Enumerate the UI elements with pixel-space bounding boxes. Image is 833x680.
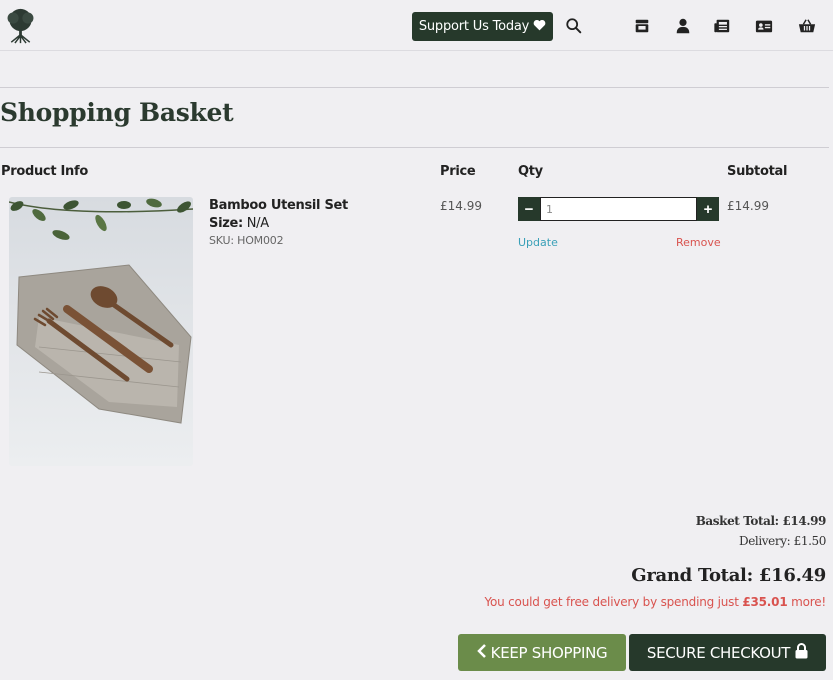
product-price: £14.99 [440,199,482,213]
lock-icon [795,642,808,663]
search-icon[interactable] [565,17,583,35]
header-price: Price [440,164,476,179]
free-delivery-amount: £35.01 [742,595,788,609]
store-icon[interactable] [633,17,651,35]
keep-shopping-button[interactable]: KEEP SHOPPING [458,634,626,671]
delivery-cost: Delivery: £1.50 [738,534,826,548]
secure-checkout-button[interactable]: SECURE CHECKOUT [629,634,826,671]
chevron-left-icon [476,643,487,662]
tree-logo[interactable] [2,7,39,44]
keep-shopping-label: KEEP SHOPPING [490,643,608,662]
free-delivery-suffix: more! [791,595,826,609]
qty-decrement-button[interactable]: − [518,197,540,221]
header-product-info: Product Info [1,164,88,179]
qty-input[interactable] [540,197,697,221]
page-title: Shopping Basket [0,98,234,127]
heart-icon [533,19,546,35]
support-us-label: Support Us Today [418,19,530,34]
remove-link[interactable]: Remove [676,236,721,249]
free-delivery-message: You could get free delivery by spending … [484,595,826,609]
support-us-button[interactable]: Support Us Today [412,12,553,41]
site-header: Support Us Today [0,0,833,51]
divider [0,87,829,88]
product-sku: SKU: HOM002 [209,234,284,247]
secure-checkout-label: SECURE CHECKOUT [646,643,791,662]
basket-total: Basket Total: £14.99 [695,514,827,528]
header-subtotal: Subtotal [727,164,788,179]
contact-card-icon[interactable] [755,17,773,35]
product-name[interactable]: Bamboo Utensil Set [209,198,348,213]
newspaper-icon[interactable] [713,17,731,35]
user-icon[interactable] [674,17,692,35]
product-subtotal: £14.99 [727,199,769,213]
divider [0,147,829,148]
free-delivery-prefix: You could get free delivery by spending … [484,595,739,609]
qty-increment-button[interactable]: + [697,197,719,221]
grand-total: Grand Total: £16.49 [631,565,826,586]
basket-icon[interactable] [798,17,816,35]
size-value: N/A [246,216,269,231]
size-label: Size: [209,216,243,231]
product-size: Size: N/A [209,216,269,231]
update-link[interactable]: Update [518,236,558,249]
product-image[interactable] [9,197,193,466]
header-qty: Qty [518,164,543,179]
